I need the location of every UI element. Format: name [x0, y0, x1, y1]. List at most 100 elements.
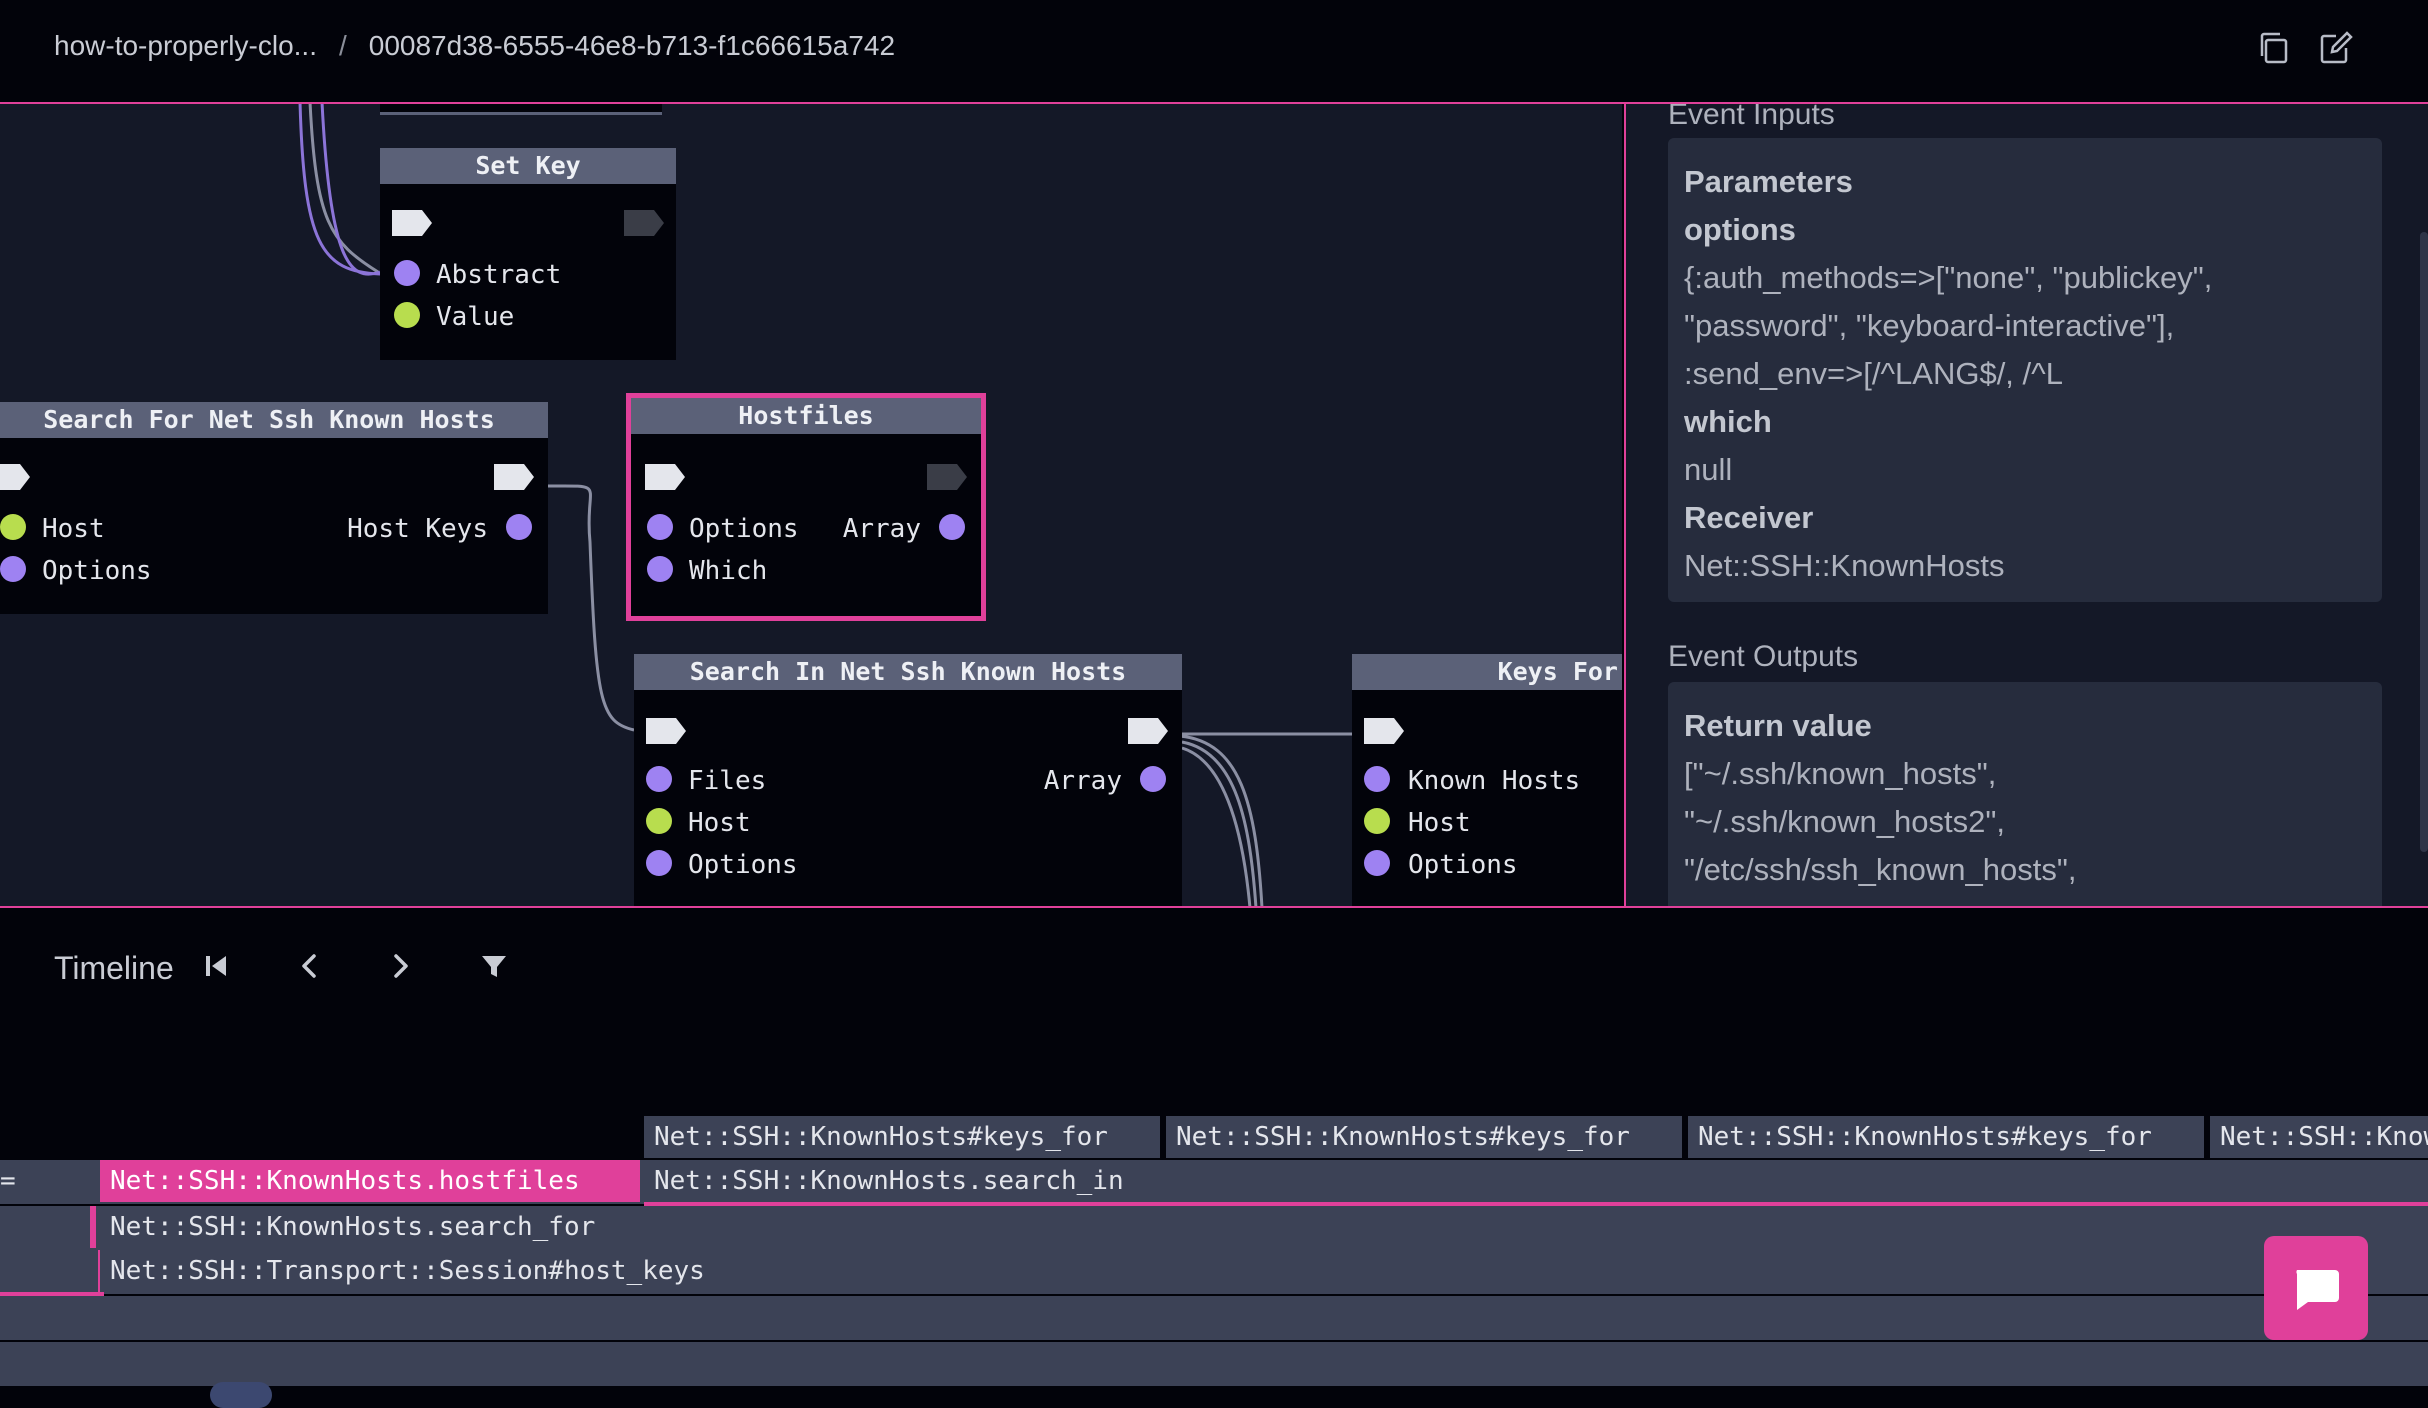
node-set-key[interactable]: Set Key Abstract Value [380, 148, 676, 360]
details-panel[interactable]: Event Inputs Parameters options {:auth_m… [1624, 102, 2428, 906]
flow-in-icon[interactable] [392, 210, 432, 236]
return-value-line: "/etc/ssh/ssh_known_hosts", [1684, 852, 2077, 887]
node-title: Search In Net Ssh Known Hosts [634, 654, 1182, 690]
node-title: Search For Net Ssh Known Hosts [0, 402, 548, 438]
port-options[interactable] [647, 514, 673, 540]
port-label: Value [436, 302, 515, 332]
timeline-call-host-keys[interactable]: Net::SSH::Transport::Session#host_keys [100, 1250, 2428, 1292]
flow-out-icon[interactable] [624, 210, 664, 236]
port-label: Host [688, 808, 751, 838]
port-options[interactable] [0, 556, 26, 582]
timeline-call-keys-for[interactable]: Net::SSH::KnownHosts#keys_for [2210, 1116, 2428, 1158]
port-label: Which [689, 556, 768, 586]
event-inputs-box: Parameters options {:auth_methods=>["non… [1668, 138, 2382, 602]
breadcrumb-current: 00087d38-6555-46e8-b713-f1c66615a742 [368, 30, 896, 61]
flow-in-icon[interactable] [645, 464, 685, 490]
port-label: Files [688, 766, 767, 796]
breadcrumb-separator: / [338, 30, 347, 61]
skip-first-icon[interactable] [198, 948, 234, 984]
port-label: Host Keys [347, 514, 488, 544]
which-value: null [1684, 452, 1733, 487]
event-outputs-box: Return value ["~/.ssh/known_hosts", "~/.… [1668, 682, 2382, 906]
node-search-in[interactable]: Search In Net Ssh Known Hosts Files Host… [634, 654, 1182, 908]
return-value-line: "~/.ssh/known_hosts2", [1684, 804, 2005, 839]
return-value-line: ["~/.ssh/known_hosts", [1684, 756, 1997, 791]
port-host[interactable] [0, 514, 26, 540]
node-title: Set Key [380, 148, 676, 184]
timeline-call-search-for[interactable]: Net::SSH::KnownHosts.search_for [100, 1206, 2428, 1248]
timeline-call-stub[interactable] [0, 1206, 96, 1248]
timeline-call-search-in[interactable]: Net::SSH::KnownHosts.search_in [644, 1160, 2428, 1208]
timeline-call-keys-for[interactable]: Net::SSH::KnownHosts#keys_for [644, 1116, 1160, 1158]
edit-icon[interactable] [2316, 28, 2356, 68]
chat-button[interactable] [2264, 1236, 2368, 1340]
timeline-call-keys-for[interactable]: Net::SSH::KnownHosts#keys_for [1166, 1116, 1682, 1158]
prev-icon[interactable] [292, 948, 328, 984]
port-host-keys[interactable] [506, 514, 532, 540]
port-options[interactable] [646, 850, 672, 876]
port-value[interactable] [394, 302, 420, 328]
options-value-line: {:auth_methods=>["none", "publickey", [1684, 260, 2213, 295]
chat-icon [2296, 1270, 2339, 1310]
options-value-line: :send_env=>[/^LANG$/, /^L [1684, 356, 2063, 391]
port-label: Options [689, 514, 799, 544]
port-array[interactable] [1140, 766, 1166, 792]
flow-in-icon[interactable] [0, 464, 30, 490]
port-label: Known Hosts [1408, 766, 1581, 796]
timeline-row [0, 1296, 2428, 1342]
timeline-row [0, 1342, 2428, 1388]
flow-out-icon[interactable] [927, 464, 967, 490]
port-array[interactable] [939, 514, 965, 540]
event-outputs-heading: Event Outputs [1668, 640, 1859, 673]
port-label: Options [688, 850, 798, 880]
options-label: options [1684, 212, 1796, 247]
event-inputs-heading: Event Inputs [1668, 102, 1835, 131]
port-host[interactable] [646, 808, 672, 834]
port-label: Array [842, 514, 921, 544]
node-hostfiles[interactable]: Hostfiles Options Which Array [626, 393, 986, 621]
node-title: Hostfiles [631, 398, 981, 434]
flow-canvas[interactable]: Set Key Abstract Value Search For Net Ss… [0, 102, 1622, 908]
port-label: Options [1408, 850, 1518, 880]
node-search-for[interactable]: Search For Net Ssh Known Hosts Host Opti… [0, 402, 548, 614]
timeline-call-keys-for[interactable]: Net::SSH::KnownHosts#keys_for [1688, 1116, 2204, 1158]
filter-icon[interactable] [476, 948, 512, 984]
port-label: Host [42, 514, 105, 544]
port-label: Array [1043, 766, 1122, 796]
port-host[interactable] [1364, 808, 1390, 834]
port-known-hosts[interactable] [1364, 766, 1390, 792]
breadcrumb-parent-link[interactable]: how-to-properly-clo... [54, 30, 317, 61]
copy-icon[interactable] [2256, 28, 2296, 68]
timeline-call-stub[interactable] [0, 1250, 104, 1298]
breadcrumb: how-to-properly-clo... / 00087d38-6555-46e… [54, 30, 895, 62]
which-label: which [1684, 404, 1772, 439]
timeline-scroll-thumb[interactable] [210, 1382, 272, 1408]
port-which[interactable] [647, 556, 673, 582]
timeline-call-hostfiles[interactable]: Net::SSH::KnownHosts.hostfiles [100, 1160, 640, 1202]
receiver-value: Net::SSH::KnownHosts [1684, 548, 2005, 583]
timeline: Timeline Net::SSH::KnownHosts#keys_for N… [0, 910, 2428, 1408]
port-files[interactable] [646, 766, 672, 792]
next-icon[interactable] [382, 948, 418, 984]
node-title: Keys For [1352, 654, 1622, 690]
flow-out-icon[interactable] [494, 464, 534, 490]
options-value-line: "password", "keyboard-interactive"], [1684, 308, 2175, 343]
flow-in-icon[interactable] [646, 718, 686, 744]
return-value-line: "/etc/ssh/ssh_known_hosts2" [1684, 894, 2366, 906]
port-label: Abstract [436, 260, 562, 290]
port-label: Host [1408, 808, 1471, 838]
parameters-label: Parameters [1684, 164, 1853, 199]
port-options[interactable] [1364, 850, 1390, 876]
return-value-label: Return value [1684, 708, 1872, 743]
port-abstract[interactable] [394, 260, 420, 286]
node-stub[interactable] [380, 102, 662, 115]
node-keys-for[interactable]: Keys For Known Hosts Host Options [1352, 654, 1622, 908]
timeline-label: Timeline [54, 950, 174, 986]
header: how-to-properly-clo... / 00087d38-6555-46e… [0, 0, 2428, 100]
panel-scrollbar[interactable] [2420, 232, 2428, 852]
port-label: Options [42, 556, 152, 586]
timeline-call-stub[interactable]: = [0, 1160, 96, 1202]
receiver-label: Receiver [1684, 500, 1814, 535]
flow-out-icon[interactable] [1128, 718, 1168, 744]
flow-in-icon[interactable] [1364, 718, 1404, 744]
